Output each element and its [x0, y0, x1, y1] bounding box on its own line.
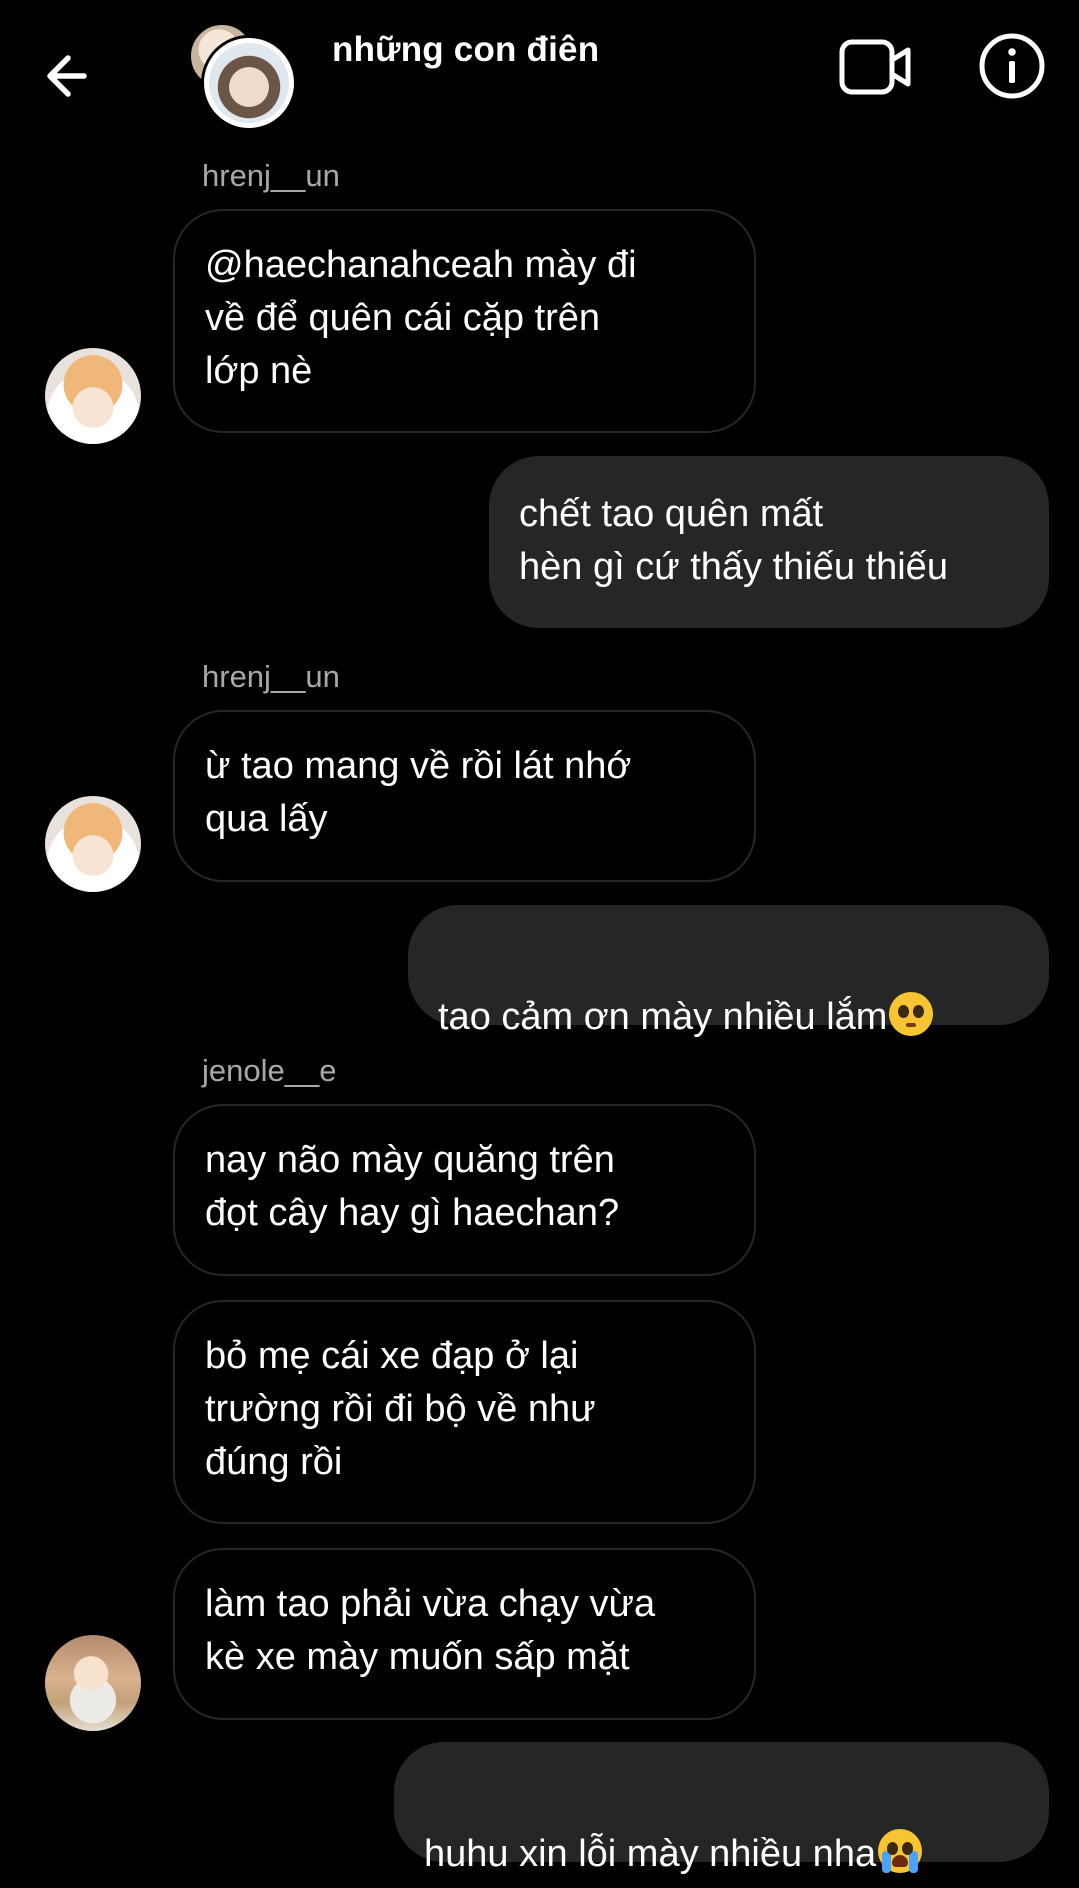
sender-name: hrenj__un	[202, 158, 340, 193]
pleading-face-emoji	[889, 992, 934, 1036]
sent-message-bubble[interactable]: tao cảm ơn mày nhiều lắm	[408, 905, 1049, 1038]
sender-name: hrenj__un	[202, 659, 340, 694]
sent-message-bubble[interactable]: huhu xin lỗi mày nhiều nha	[394, 1742, 1049, 1875]
arrow-left-icon	[47, 55, 87, 97]
video-call-button[interactable]	[838, 36, 914, 98]
received-message-bubble[interactable]: làm tao phải vừa chạy vừa kè xe mày muốn…	[173, 1548, 756, 1720]
message-text: tao cảm ơn mày nhiều lắm	[438, 996, 888, 1038]
loudly-crying-face-emoji	[878, 1829, 923, 1873]
chat-title[interactable]: những con điên	[332, 30, 599, 70]
sender-name: jenole__e	[202, 1053, 337, 1088]
info-button[interactable]	[978, 32, 1046, 100]
received-message-bubble[interactable]: nay não mày quăng trên đọt cây hay gì ha…	[173, 1104, 756, 1276]
received-message-bubble[interactable]: ừ tao mang về rồi lát nhớ qua lấy	[173, 710, 756, 882]
message-text: huhu xin lỗi mày nhiều nha	[424, 1833, 877, 1875]
video-call-icon	[839, 39, 911, 95]
info-icon	[979, 33, 1045, 99]
avatar[interactable]	[45, 1635, 141, 1731]
sent-message-bubble[interactable]: chết tao quên mất hèn gì cứ thấy thiếu t…	[489, 456, 1049, 628]
group-avatar-front	[204, 38, 294, 128]
received-message-bubble[interactable]: bỏ mẹ cái xe đạp ở lại trường rồi đi bộ …	[173, 1300, 756, 1524]
group-avatar[interactable]	[188, 22, 298, 128]
received-message-bubble[interactable]: @haechanahceah mày đi về để quên cái cặp…	[173, 209, 756, 433]
avatar[interactable]	[45, 348, 141, 444]
back-button[interactable]	[38, 44, 102, 108]
avatar[interactable]	[45, 796, 141, 892]
